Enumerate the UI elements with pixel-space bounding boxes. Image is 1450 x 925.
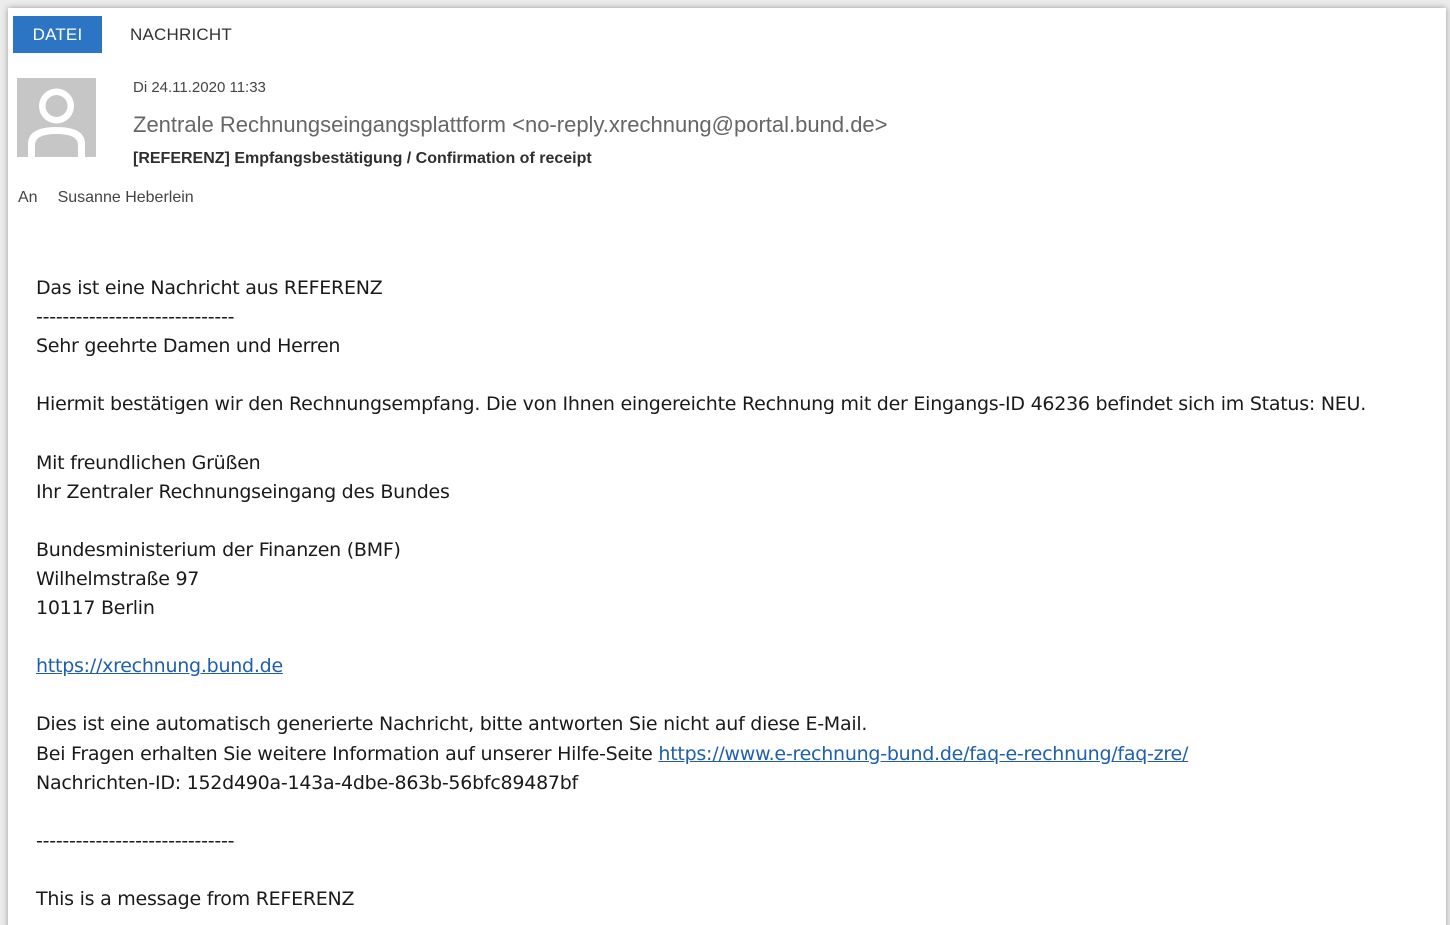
received-date: Di 24.11.2020 11:33	[133, 79, 266, 96]
body-confirmation: Hiermit bestätigen wir den Rechnungsempf…	[36, 393, 1366, 416]
ribbon-tabs: DATEI NACHRICHT	[13, 16, 242, 53]
sender[interactable]: Zentrale Rechnungseingangsplattform <no-…	[133, 112, 888, 138]
body-website-line: https://xrechnung.bund.de	[36, 652, 1441, 681]
to-label: An	[18, 189, 38, 206]
body-english-intro: This is a message from REFERENZ	[36, 887, 355, 910]
body-closing: Mit freundlichen Grüßen	[36, 451, 261, 474]
body-city: 10117 Berlin	[36, 597, 155, 620]
body-intro: Das ist eine Nachricht aus REFERENZ	[36, 277, 383, 299]
body-greeting: Sehr geehrte Damen und Herren	[36, 335, 341, 358]
body-signature: Ihr Zentraler Rechnungseingang des Bunde…	[36, 480, 450, 503]
tab-message[interactable]: NACHRICHT	[102, 16, 242, 53]
body-message-id: Nachrichten-ID: 152d490a-143a-4dbe-863b-…	[36, 771, 578, 794]
body-auto-notice: Dies ist eine automatisch generierte Nac…	[36, 713, 868, 736]
body-org: Bundesministerium der Finanzen (BMF)	[36, 538, 401, 561]
help-prefix: Bei Fragen erhalten Sie weitere Informat…	[36, 742, 659, 765]
recipient-name[interactable]: Susanne Heberlein	[58, 189, 194, 206]
body-separator: ------------------------------	[36, 829, 235, 852]
website-link[interactable]: https://xrechnung.bund.de	[36, 655, 283, 677]
message-body: Das ist eine Nachricht aus REFERENZ ----…	[36, 274, 1441, 914]
message-window: DATEI NACHRICHT Di 24.11.2020 11:33 Zent…	[8, 8, 1446, 925]
body-help-line: Bei Fragen erhalten Sie weitere Informat…	[36, 740, 1441, 769]
tab-file[interactable]: DATEI	[13, 16, 102, 53]
subject: [REFERENZ] Empfangsbestätigung / Confirm…	[133, 150, 592, 167]
body-street: Wilhelmstraße 97	[36, 567, 200, 590]
person-silhouette-icon	[17, 78, 96, 157]
body-separator: ------------------------------	[36, 306, 235, 329]
recipient-row: An Susanne Heberlein	[18, 189, 194, 207]
help-link[interactable]: https://www.e-rechnung-bund.de/faq-e-rec…	[658, 743, 1188, 765]
